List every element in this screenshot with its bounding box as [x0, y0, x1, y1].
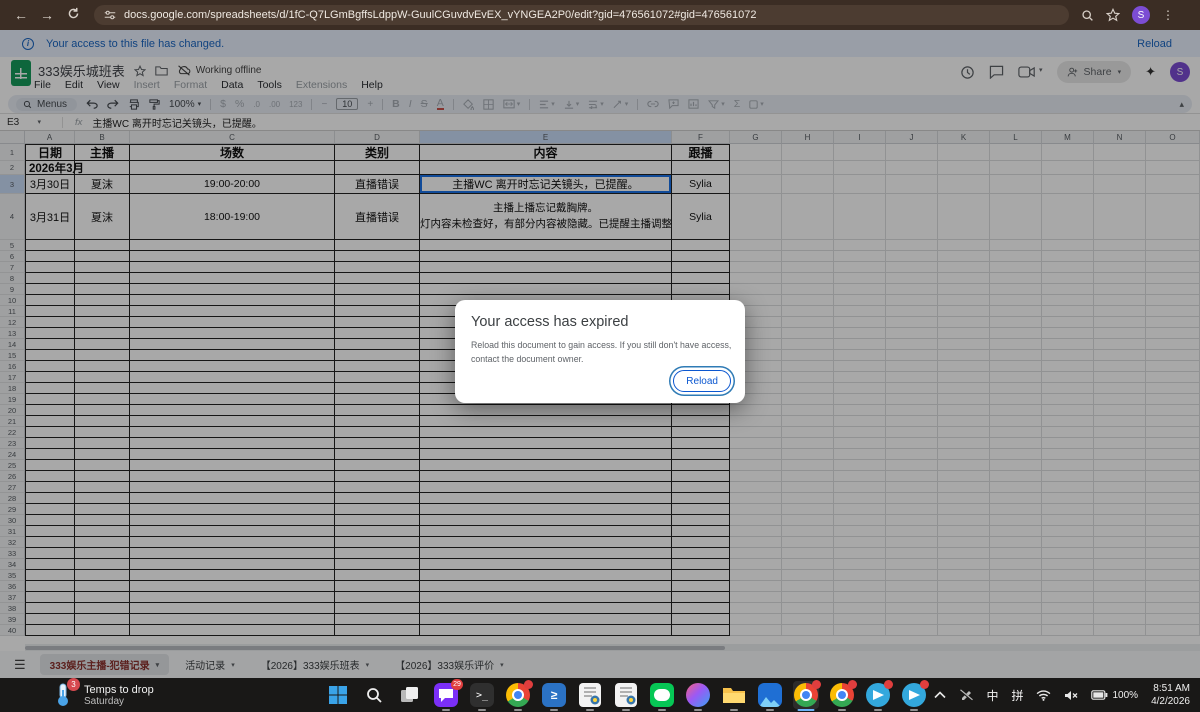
- tray-expand-icon[interactable]: [934, 691, 946, 699]
- screen: ← → docs.google.com/spreadsheets/d/1fC-Q…: [0, 0, 1200, 712]
- url-text: docs.google.com/spreadsheets/d/1fC-Q7LGm…: [124, 9, 757, 21]
- reload-icon[interactable]: [60, 7, 86, 23]
- weather-badge: 3: [67, 678, 80, 691]
- chrome-icon-2[interactable]: [829, 681, 855, 709]
- powershell-icon[interactable]: ≥: [541, 681, 567, 709]
- browser-toolbar: ← → docs.google.com/spreadsheets/d/1fC-Q…: [0, 0, 1200, 30]
- chat-app-icon[interactable]: 29: [433, 681, 459, 709]
- thermometer-icon: 3: [52, 682, 76, 708]
- browser-profile-avatar[interactable]: S: [1132, 6, 1150, 24]
- access-expired-dialog: Your access has expired Reload this docu…: [455, 300, 745, 403]
- telegram-icon-1[interactable]: [865, 681, 891, 709]
- terminal-icon[interactable]: >_: [469, 681, 495, 709]
- telegram-icon-2[interactable]: [901, 681, 927, 709]
- dialog-reload-button[interactable]: Reload: [673, 370, 731, 392]
- wifi-icon[interactable]: [1036, 690, 1051, 701]
- battery-status[interactable]: 100%: [1091, 690, 1138, 701]
- back-icon[interactable]: ←: [8, 7, 34, 23]
- battery-icon: [1091, 690, 1108, 700]
- taskbar-clock[interactable]: 8:51 AM 4/2/2026: [1151, 682, 1190, 708]
- search-taskbar-icon[interactable]: [361, 681, 387, 709]
- windows-taskbar: 3 Temps to drop Saturday 29 >: [0, 678, 1200, 712]
- dialog-body: Reload this document to gain access. If …: [471, 339, 733, 366]
- chat-badge: 29: [451, 679, 463, 690]
- dialog-title: Your access has expired: [471, 314, 729, 330]
- ime-mode-indicator[interactable]: 拼: [1011, 687, 1023, 704]
- weather-subtext: Saturday: [84, 696, 154, 707]
- ime-language-indicator[interactable]: 中: [986, 687, 998, 704]
- file-explorer-icon[interactable]: [721, 681, 747, 709]
- chrome-icon-1[interactable]: [505, 681, 531, 709]
- start-button[interactable]: [325, 681, 351, 709]
- address-bar[interactable]: docs.google.com/spreadsheets/d/1fC-Q7LGm…: [94, 5, 1069, 25]
- pen-off-icon[interactable]: [959, 689, 973, 701]
- forward-icon[interactable]: →: [34, 7, 60, 23]
- chrome-icon-active[interactable]: [793, 681, 819, 709]
- bookmark-star-icon[interactable]: [1106, 8, 1120, 22]
- line-app-icon[interactable]: [649, 681, 675, 709]
- site-settings-icon[interactable]: [104, 9, 116, 21]
- volume-muted-icon[interactable]: [1064, 690, 1078, 701]
- photos-app-icon[interactable]: [757, 681, 783, 709]
- notepad-doc-icon-1[interactable]: [577, 681, 603, 709]
- task-view-icon[interactable]: [397, 681, 423, 709]
- notepad-doc-icon-2[interactable]: [613, 681, 639, 709]
- weather-headline: Temps to drop: [84, 684, 154, 696]
- browser-menu-icon[interactable]: ⋮: [1162, 8, 1174, 22]
- zoom-icon[interactable]: [1081, 9, 1094, 22]
- copilot-icon[interactable]: [685, 681, 711, 709]
- weather-widget[interactable]: 3 Temps to drop Saturday: [52, 682, 267, 708]
